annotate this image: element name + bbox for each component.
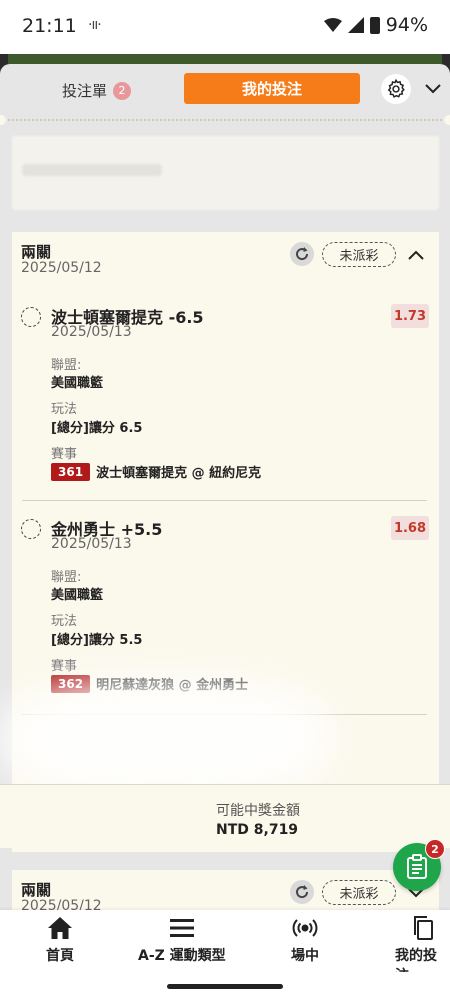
- leg-date: 2025/05/13: [51, 536, 132, 552]
- collapse-bet-button[interactable]: [405, 244, 427, 266]
- payout-label: 可能中獎金額: [216, 803, 300, 819]
- market-label: 玩法: [51, 402, 78, 417]
- app-banner-strip: [8, 54, 442, 64]
- chevron-down-icon: [425, 84, 441, 94]
- battery-icon: [369, 16, 380, 34]
- sheet-header: 投注單 2 我的投注: [0, 64, 450, 119]
- chevron-up-icon: [408, 250, 424, 260]
- tab-betslip[interactable]: 投注單 2: [62, 80, 132, 101]
- leg-status-icon: [21, 307, 41, 327]
- menu-icon: [167, 914, 197, 942]
- leg-status-icon: [21, 519, 41, 539]
- clipboard-icon: [407, 854, 427, 879]
- home-icon: [45, 914, 75, 942]
- bet-title: 兩關: [21, 243, 52, 261]
- signal-icon: [347, 17, 364, 33]
- fab-badge: 2: [425, 839, 445, 859]
- market-value: [總分]讓分 5.5: [51, 633, 143, 648]
- home-indicator[interactable]: [167, 984, 283, 989]
- wifi-icon: [323, 18, 342, 32]
- refresh-icon: [296, 247, 309, 261]
- tab-my-bets[interactable]: 我的投注: [184, 73, 360, 104]
- event-number-badge: 361: [51, 462, 91, 481]
- settings-button[interactable]: [381, 74, 411, 104]
- event-row: 361 波士頓塞爾提克 @ 紐約尼克: [51, 462, 261, 481]
- payout-value: NTD 8,719: [216, 822, 299, 838]
- bet-leg: 波士頓塞爾提克 -6.5 1.73 2025/05/13 聯盟: 美國職籃 玩法…: [12, 302, 439, 514]
- market-value: [總分]讓分 6.5: [51, 421, 143, 436]
- league-value: 美國職籃: [51, 588, 104, 603]
- betslip-count-badge: 2: [113, 81, 132, 100]
- leg-date: 2025/05/13: [51, 324, 132, 340]
- vibrate-icon: ·ıı·: [88, 17, 102, 33]
- nav-az-sports[interactable]: A-Z 運動類型: [138, 914, 226, 965]
- bets-sheet: 投注單 2 我的投注 兩關 2025/05/12 未派彩 波士頓塞爾提克 -6.…: [0, 64, 450, 910]
- nav-home-label: 首頁: [46, 948, 74, 964]
- status-time: 21:11: [22, 15, 77, 37]
- betslip-fab[interactable]: 2: [393, 839, 445, 891]
- nav-live-label: 場中: [291, 948, 319, 964]
- refresh-icon: [296, 885, 309, 899]
- bet-date: 2025/05/12: [21, 898, 102, 910]
- leg-odds: 1.68: [391, 516, 429, 540]
- league-label: 聯盟:: [51, 570, 82, 585]
- perforated-divider: [0, 115, 450, 125]
- bet-title: 兩關: [21, 881, 52, 899]
- league-label: 聯盟:: [51, 358, 82, 373]
- blurred-bet-card: [12, 136, 439, 210]
- event-label: 賽事: [51, 659, 78, 674]
- gesture-bar: [0, 972, 450, 1000]
- status-badge: 未派彩: [322, 880, 396, 905]
- nav-az-sports-label: A-Z 運動類型: [138, 948, 226, 964]
- leg-divider: [22, 500, 427, 501]
- leg-odds: 1.73: [391, 304, 429, 328]
- event-name: 波士頓塞爾提克 @ 紐約尼克: [96, 466, 262, 481]
- status-icons: 94%: [323, 14, 428, 36]
- tab-betslip-label: 投注單: [62, 82, 108, 100]
- nav-live[interactable]: 場中: [290, 914, 320, 965]
- refresh-button[interactable]: [290, 880, 314, 904]
- nav-home[interactable]: 首頁: [45, 914, 75, 965]
- bottom-nav: 首頁 A-Z 運動類型 場中 我的投注: [0, 910, 450, 984]
- bet-card: 兩關 2025/05/12 未派彩: [12, 870, 439, 910]
- copy-icon: [408, 914, 438, 942]
- market-label: 玩法: [51, 614, 78, 629]
- refresh-button[interactable]: [290, 242, 314, 266]
- gear-icon: [387, 78, 405, 98]
- collapse-sheet-button[interactable]: [422, 78, 444, 100]
- status-bar: 21:11 ·ıı· 94%: [0, 0, 450, 54]
- battery-level: 94%: [385, 14, 428, 36]
- bet-date: 2025/05/12: [21, 260, 102, 276]
- status-badge: 未派彩: [322, 242, 396, 267]
- payout-section: 可能中獎金額 NTD 8,719: [0, 784, 450, 848]
- league-value: 美國職籃: [51, 376, 104, 391]
- live-icon: [290, 914, 320, 942]
- screen-smudge: [0, 679, 330, 799]
- event-label: 賽事: [51, 447, 78, 462]
